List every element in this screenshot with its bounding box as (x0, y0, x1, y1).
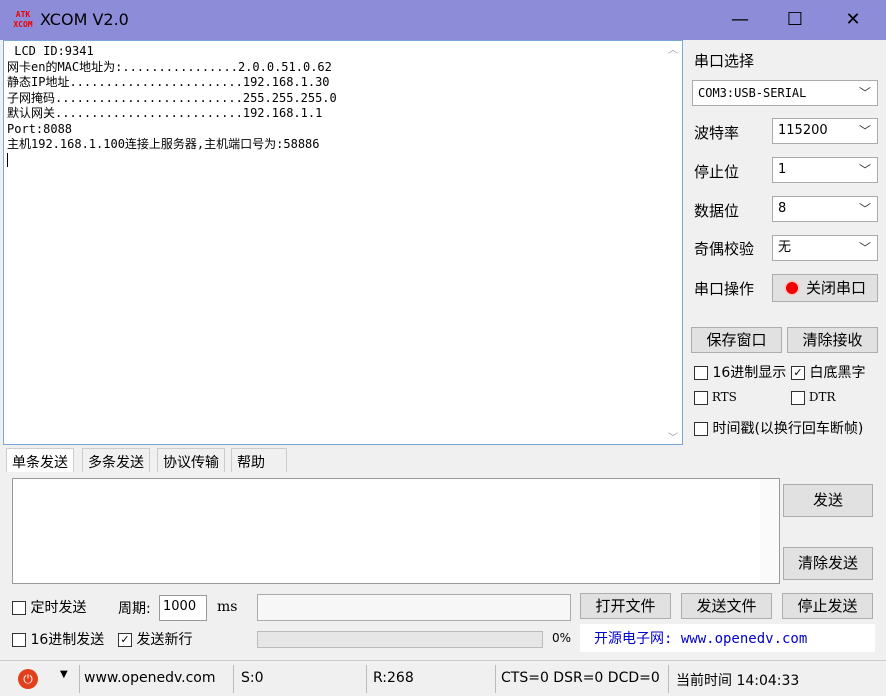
checkbox[interactable] (694, 422, 708, 436)
minimize-button[interactable]: — (725, 8, 755, 32)
status-bar: ⏻ ▼ www.openedv.com S:0 R:268 CTS=0 DSR=… (0, 660, 886, 696)
hex-send-checkbox[interactable]: 16进制发送 (12, 629, 104, 649)
tab-single-send[interactable]: 单条发送 (6, 448, 74, 472)
port-value: COM3:USB-SERIAL (698, 86, 807, 100)
clear-receive-button[interactable]: 清除接收 (787, 327, 878, 353)
send-progress-bar (257, 631, 543, 648)
close-port-button[interactable]: 关闭串口 (772, 274, 878, 302)
period-input[interactable]: 1000 (159, 595, 207, 621)
data-bits-label: 数据位 (694, 202, 740, 220)
send-button[interactable]: 发送 (783, 484, 873, 517)
receive-line: 默认网关..........................192.168.1.… (7, 106, 323, 120)
hex-display-checkbox[interactable]: 16进制显示 (694, 362, 786, 382)
receive-line: 子网掩码..........................255.255.25… (7, 90, 337, 105)
receive-scrollbar[interactable]: ︿ ﹀ (664, 41, 682, 444)
checkbox[interactable] (694, 366, 708, 380)
close-button[interactable]: ✕ (838, 8, 868, 32)
dropdown-arrow-icon[interactable]: ▼ (60, 669, 68, 680)
parity-value: 无 (778, 240, 792, 255)
receive-area[interactable]: LCD ID:9341 网卡en的MAC地址为:................2… (3, 40, 683, 445)
status-received: R:268 (373, 670, 414, 686)
window-title: XCOM V2.0 (40, 10, 129, 29)
timestamp-label: 时间戳(以换行回车断帧) (712, 421, 864, 437)
stop-bits-value: 1 (778, 162, 787, 177)
port-indicator-icon (783, 280, 800, 296)
chevron-down-icon: ﹀ (858, 163, 871, 177)
status-url[interactable]: www.openedv.com (84, 670, 216, 686)
checkbox[interactable] (694, 390, 708, 405)
file-path-input[interactable] (257, 594, 571, 621)
open-file-button[interactable]: 打开文件 (580, 593, 671, 619)
checkbox[interactable] (12, 601, 26, 615)
stop-bits-label: 停止位 (694, 163, 740, 181)
port-select-label: 串口选择 (694, 52, 755, 70)
rts-checkbox[interactable]: RTS (694, 390, 737, 405)
white-black-label: 白底黑字 (809, 365, 866, 381)
parity-select[interactable]: 无 ﹀ (772, 235, 878, 261)
power-icon[interactable]: ⏻ (18, 669, 38, 689)
timed-send-checkbox[interactable]: 定时发送 (12, 597, 86, 617)
chevron-down-icon: ﹀ (858, 202, 871, 216)
tab-multi-send[interactable]: 多条发送 (82, 448, 150, 472)
white-black-checkbox[interactable]: ✓ 白底黑字 (791, 362, 865, 382)
receive-line: LCD ID:9341 (7, 44, 94, 58)
receive-line: 网卡en的MAC地址为:................2.0.0.51.0.6… (7, 59, 332, 74)
clear-send-button[interactable]: 清除发送 (783, 547, 873, 580)
status-time: 当前时间 14:04:33 (676, 673, 800, 689)
baud-label: 波特率 (694, 124, 740, 142)
receive-line: 静态IP地址........................192.168.1.… (7, 75, 330, 89)
send-file-button[interactable]: 发送文件 (681, 593, 772, 619)
hex-display-label: 16进制显示 (712, 365, 787, 381)
port-select[interactable]: COM3:USB-SERIAL ﹀ (692, 80, 878, 106)
checkbox[interactable] (791, 390, 805, 405)
timestamp-checkbox[interactable]: 时间戳(以换行回车断帧) (694, 418, 863, 438)
checkmark-icon[interactable]: ✓ (791, 366, 805, 380)
app-logo: ATK XCOM (13, 10, 33, 29)
tab-help[interactable]: 帮助 (231, 448, 287, 472)
save-window-button[interactable]: 保存窗口 (691, 327, 782, 353)
baud-select[interactable]: 115200 ﹀ (772, 118, 878, 144)
dtr-label: DTR (808, 390, 836, 404)
status-signals: CTS=0 DSR=0 DCD=0 (501, 670, 660, 686)
stop-send-button[interactable]: 停止发送 (782, 593, 873, 619)
send-newline-label: 发送新行 (136, 632, 193, 648)
send-newline-checkbox[interactable]: ✓ 发送新行 (118, 629, 192, 649)
hex-send-label: 16进制发送 (30, 632, 105, 648)
ms-label: ms (217, 599, 238, 615)
checkbox[interactable] (12, 633, 26, 647)
chevron-down-icon: ﹀ (858, 86, 871, 100)
receive-line: 主机192.168.1.100连接上服务器,主机端口号为:58886 (7, 137, 320, 151)
status-sent: S:0 (241, 670, 264, 686)
chevron-down-icon: ﹀ (858, 124, 871, 138)
baud-value: 115200 (778, 123, 828, 138)
chevron-down-icon: ﹀ (858, 241, 871, 255)
close-port-label: 关闭串口 (805, 279, 866, 297)
tab-protocol[interactable]: 协议传输 (157, 448, 225, 472)
timed-send-label: 定时发送 (30, 600, 87, 616)
port-op-label: 串口操作 (694, 280, 755, 298)
receive-line: Port:8088 (7, 121, 73, 136)
text-cursor (7, 152, 8, 167)
rts-label: RTS (711, 390, 737, 404)
parity-label: 奇偶校验 (694, 240, 755, 258)
period-label: 周期: (118, 601, 151, 617)
checkmark-icon[interactable]: ✓ (118, 633, 132, 647)
send-scrollbar[interactable] (760, 479, 779, 583)
openedv-banner-link[interactable]: 开源电子网: www.openedv.com (580, 624, 875, 652)
stop-bits-select[interactable]: 1 ﹀ (772, 157, 878, 183)
data-bits-select[interactable]: 8 ﹀ (772, 196, 878, 222)
title-bar: ATK XCOM XCOM V2.0 — ☐ ✕ (0, 0, 886, 40)
data-bits-value: 8 (778, 201, 787, 216)
dtr-checkbox[interactable]: DTR (791, 390, 836, 405)
maximize-button[interactable]: ☐ (780, 8, 810, 32)
progress-percent: 0% (552, 631, 572, 645)
send-input[interactable] (12, 478, 780, 584)
